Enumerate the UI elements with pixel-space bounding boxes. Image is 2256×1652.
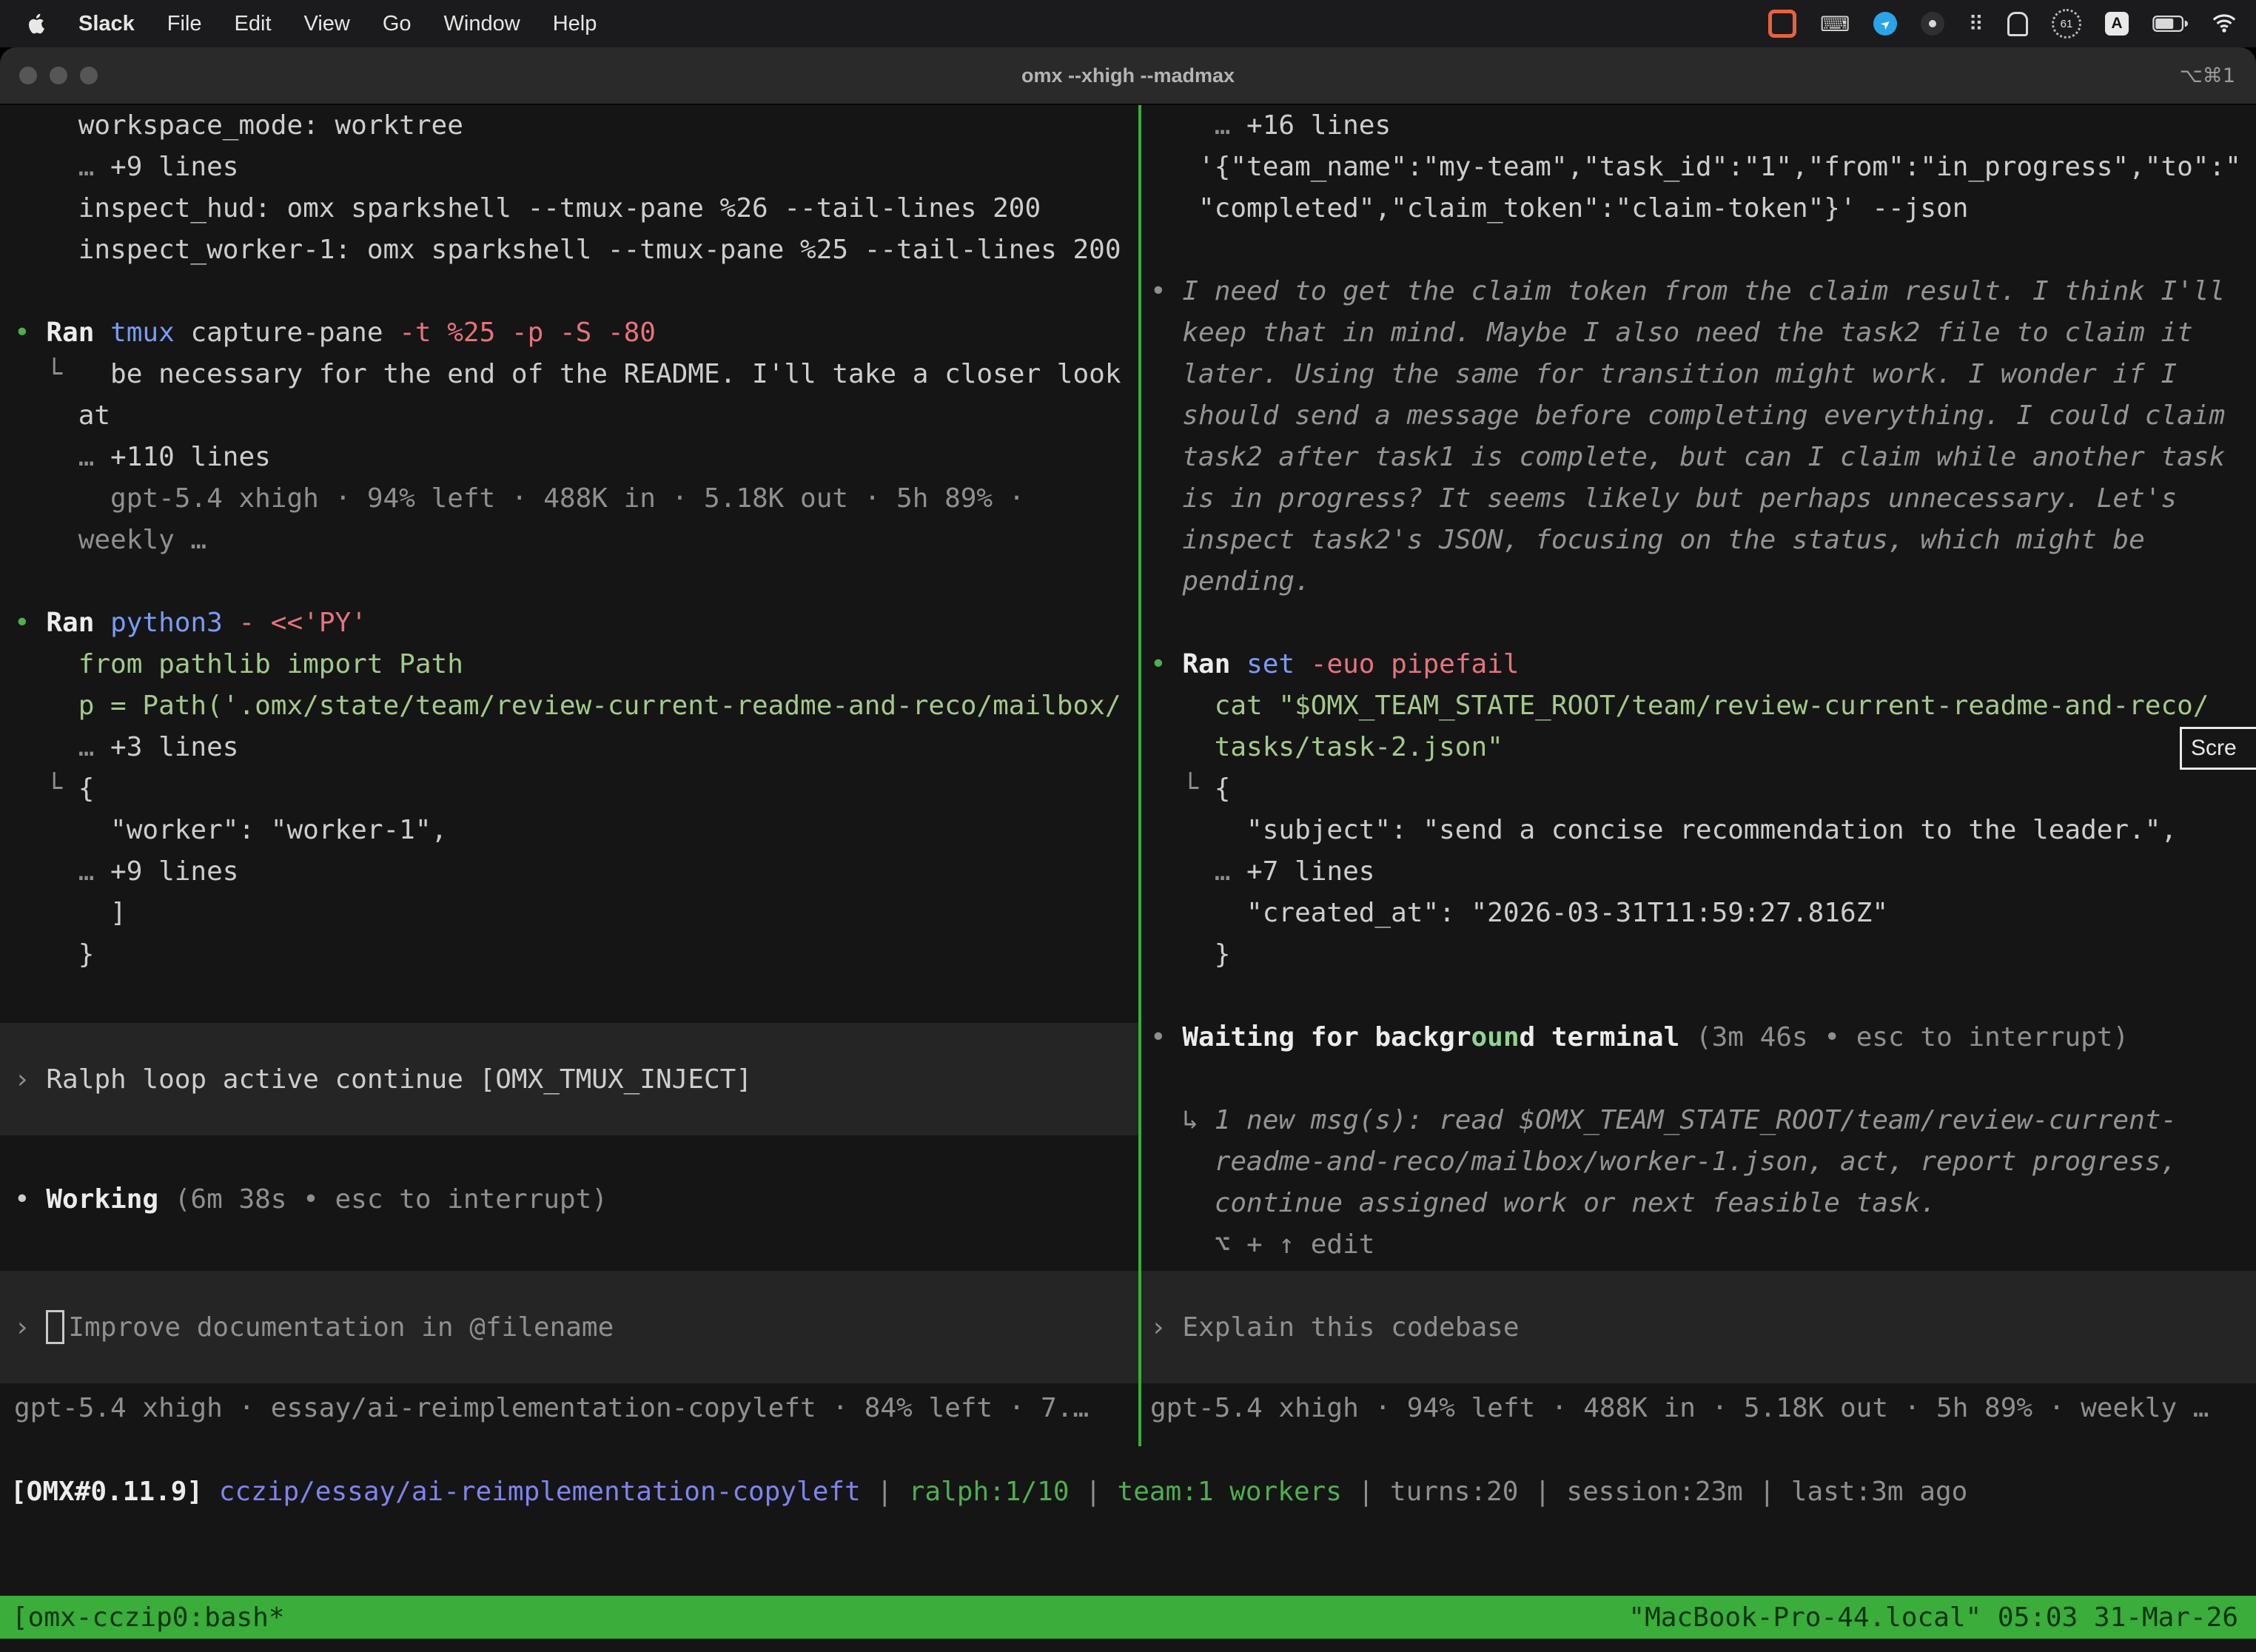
- terminal-line: [1141, 976, 2256, 1017]
- menu-item-edit[interactable]: Edit: [235, 12, 272, 36]
- terminal-line: • Waiting for background terminal (3m 46…: [1141, 1017, 2256, 1058]
- terminal-line: pending.: [1141, 561, 2256, 602]
- dark-app-icon[interactable]: [1921, 9, 1944, 38]
- keyboard-icon[interactable]: ⌨: [1820, 9, 1850, 38]
- terminal-line: … +7 lines: [1141, 851, 2256, 893]
- desktop: Slack File Edit View Go Window Help ⌨ ➤ …: [0, 0, 2256, 1652]
- terminal-line: ]: [0, 893, 1138, 934]
- prompt-input-left[interactable]: › Improve documentation in @filename: [0, 1271, 1138, 1383]
- terminal: workspace_mode: worktree … +9 lines insp…: [0, 105, 2256, 1652]
- terminal-line: workspace_mode: worktree: [0, 105, 1138, 147]
- model-statusline-left: gpt-5.4 xhigh · essay/ai-reimplementatio…: [0, 1388, 1138, 1429]
- agent-pane-left: workspace_mode: worktree … +9 lines insp…: [0, 105, 1138, 1446]
- terminal-line: readme-and-reco/mailbox/worker-1.json, a…: [1141, 1141, 2256, 1183]
- terminal-line: is in progress? It seems likely but perh…: [1141, 478, 2256, 520]
- terminal-line: cat "$OMX_TEAM_STATE_ROOT/team/review-cu…: [1141, 685, 2256, 727]
- menu-item-view[interactable]: View: [304, 12, 350, 36]
- terminal-line: gpt-5.4 xhigh · 94% left · 488K in · 5.1…: [0, 478, 1138, 520]
- terminal-line: … +9 lines: [0, 851, 1138, 893]
- terminal-line: "subject": "send a concise recommendatio…: [1141, 810, 2256, 851]
- terminal-line: later. Using the same for transition mig…: [1141, 354, 2256, 395]
- menu-status-icons: ⌨ ➤ ⠿ 61 A: [1768, 9, 2256, 38]
- omx-statusline: [OMX#0.11.9] cczip/essay/ai-reimplementa…: [0, 1471, 2256, 1513]
- ghost-icon[interactable]: [2007, 9, 2028, 38]
- battery-icon[interactable]: [2152, 9, 2188, 38]
- working-status: • Working (6m 38s • esc to interrupt): [0, 1179, 1138, 1220]
- screen-recording-stop-icon[interactable]: [1768, 9, 1796, 38]
- agent-pane-right: … +16 lines '{"team_name":"my-team","tas…: [1141, 105, 2256, 1446]
- close-button[interactable]: [19, 67, 37, 84]
- window-titlebar[interactable]: omx --xhigh --madmax ⌥⌘1: [0, 47, 2256, 105]
- terminal-line: p = Path('.omx/state/team/review-current…: [0, 685, 1138, 727]
- terminal-line: └ {: [0, 768, 1138, 810]
- input-source-icon[interactable]: A: [2105, 9, 2129, 38]
- wifi-icon[interactable]: [2212, 9, 2237, 38]
- terminal-line: [1141, 602, 2256, 644]
- terminal-line: tasks/task-2.json": [1141, 727, 2256, 768]
- terminal-window: omx --xhigh --madmax ⌥⌘1 workspace_mode:…: [0, 47, 2256, 1652]
- terminal-line: inspect task2's JSON, focusing on the st…: [1141, 520, 2256, 561]
- menu-item-help[interactable]: Help: [553, 12, 597, 36]
- terminal-line: … +9 lines: [0, 147, 1138, 188]
- window-shortcut-badge: ⌥⌘1: [2180, 64, 2235, 87]
- minimize-button[interactable]: [50, 67, 67, 84]
- text-cursor: [46, 1310, 64, 1344]
- terminal-line: ⌥ + ↑ edit: [1141, 1224, 2256, 1266]
- terminal-line: "created_at": "2026-03-31T11:59:27.816Z": [1141, 893, 2256, 934]
- terminal-line: task2 after task1 is complete, but can I…: [1141, 437, 2256, 478]
- window-title: omx --xhigh --madmax: [0, 64, 2256, 87]
- tmux-host-clock: "MacBook-Pro-44.local" 05:03 31-Mar-26: [1628, 1602, 2238, 1633]
- terminal-line: from pathlib import Path: [0, 644, 1138, 685]
- app-menu-slack[interactable]: Slack: [78, 12, 135, 36]
- tmux-status-bar: [omx-cczip0:bash* "MacBook-Pro-44.local"…: [0, 1596, 2256, 1639]
- terminal-line: • Ran python3 - <<'PY': [0, 602, 1138, 644]
- terminal-line: … +16 lines: [1141, 105, 2256, 147]
- terminal-line: weekly …: [0, 520, 1138, 561]
- terminal-line: [0, 561, 1138, 602]
- terminal-line: inspect_worker-1: omx sparkshell --tmux-…: [0, 229, 1138, 271]
- terminal-line: keep that in mind. Maybe I also need the…: [1141, 312, 2256, 354]
- terminal-line: should send a message before completing …: [1141, 395, 2256, 437]
- menu-bar: Slack File Edit View Go Window Help ⌨ ➤ …: [0, 0, 2256, 47]
- telegram-icon[interactable]: ➤: [1873, 9, 1897, 38]
- zoom-button[interactable]: [80, 67, 98, 84]
- terminal-line: }: [1141, 934, 2256, 976]
- terminal-line: '{"team_name":"my-team","task_id":"1","f…: [1141, 147, 2256, 188]
- screen-share-tooltip: Scre: [2180, 727, 2256, 770]
- menu-left: Slack File Edit View Go Window Help: [0, 9, 597, 38]
- terminal-line: [0, 271, 1138, 312]
- pane-left-lines: workspace_mode: worktree … +9 lines insp…: [0, 105, 1138, 976]
- terminal-line: • Ran set -euo pipefail: [1141, 644, 2256, 685]
- terminal-line: … +110 lines: [0, 437, 1138, 478]
- menu-item-window[interactable]: Window: [444, 12, 520, 36]
- terminal-line: [1141, 229, 2256, 271]
- terminal-line: └ {: [1141, 768, 2256, 810]
- terminal-line: … +3 lines: [0, 727, 1138, 768]
- menu-item-go[interactable]: Go: [383, 12, 412, 36]
- dots-grid-icon[interactable]: ⠿: [1968, 9, 1984, 38]
- apple-menu-icon[interactable]: [28, 9, 46, 38]
- terminal-line: "worker": "worker-1",: [0, 810, 1138, 851]
- terminal-line: at: [0, 395, 1138, 437]
- terminal-line: continue assigned work or next feasible …: [1141, 1183, 2256, 1224]
- pane-right-lines: … +16 lines '{"team_name":"my-team","tas…: [1141, 105, 2256, 1266]
- terminal-line: └ be necessary for the end of the README…: [0, 354, 1138, 395]
- model-statusline-right: gpt-5.4 xhigh · 94% left · 488K in · 5.1…: [1141, 1388, 2256, 1429]
- terminal-line: ↳ 1 new msg(s): read $OMX_TEAM_STATE_ROO…: [1141, 1100, 2256, 1141]
- ralph-loop-banner: › Ralph loop active continue [OMX_TMUX_I…: [0, 1023, 1138, 1135]
- menu-item-file[interactable]: File: [167, 12, 202, 36]
- terminal-line: "completed","claim_token":"claim-token"}…: [1141, 188, 2256, 229]
- terminal-line: [1141, 1058, 2256, 1100]
- terminal-line: }: [0, 934, 1138, 976]
- tmux-session-label: [omx-cczip0:bash*: [12, 1602, 284, 1633]
- battery-percent-icon[interactable]: 61: [2052, 9, 2081, 38]
- traffic-lights: [19, 67, 98, 84]
- terminal-line: inspect_hud: omx sparkshell --tmux-pane …: [0, 188, 1138, 229]
- terminal-line: • Ran tmux capture-pane -t %25 -p -S -80: [0, 312, 1138, 354]
- terminal-line: • I need to get the claim token from the…: [1141, 271, 2256, 312]
- prompt-input-right[interactable]: › Explain this codebase: [1141, 1271, 2256, 1383]
